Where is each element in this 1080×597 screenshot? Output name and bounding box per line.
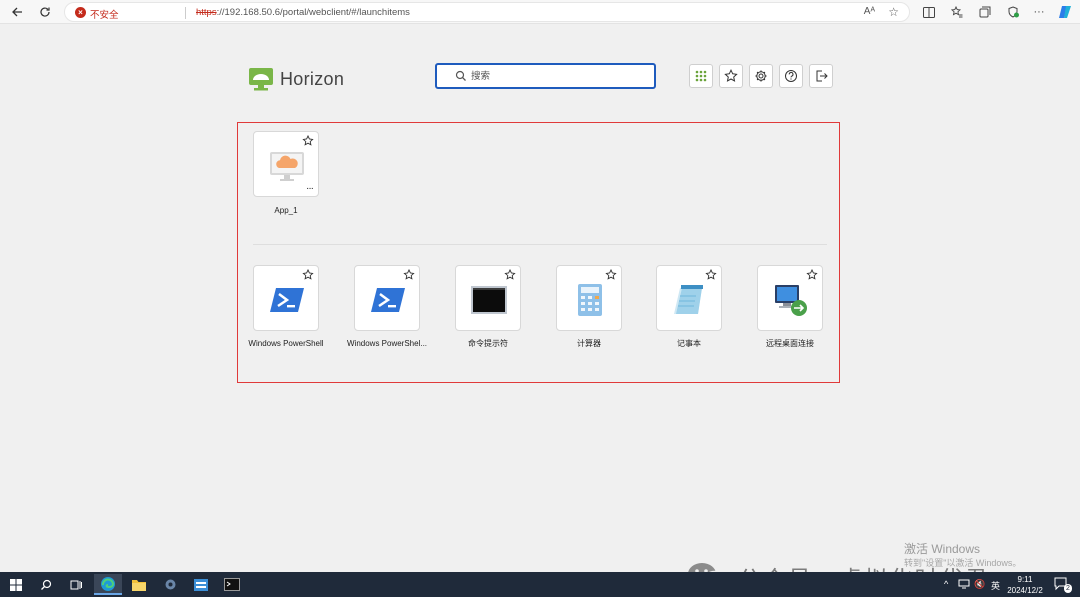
app-label: 远程桌面连接	[766, 339, 814, 348]
notification-count: 2	[1064, 584, 1072, 593]
favorite-star-icon[interactable]	[605, 269, 617, 281]
app-tile-powershell[interactable]	[253, 265, 319, 331]
volume-icon[interactable]: 🔇	[974, 579, 985, 590]
settings-button[interactable]	[749, 64, 773, 88]
start-icon[interactable]	[2, 574, 30, 595]
app-label: 计算器	[577, 339, 601, 348]
address-bar[interactable]: × 不安全 https://192.168.50.6/portal/webcli…	[64, 2, 910, 22]
search-input[interactable]	[471, 69, 641, 84]
app-label: Windows PowerShel...	[346, 339, 428, 348]
app-tile-powershell-2[interactable]	[354, 265, 420, 331]
desktop-label: App_1	[274, 206, 298, 215]
remote-desktop-icon	[775, 285, 807, 316]
help-icon	[785, 70, 797, 82]
file-explorer-icon[interactable]	[125, 574, 153, 595]
horizon-logo-icon	[248, 66, 274, 92]
app-tile-remote-desktop[interactable]	[757, 265, 823, 331]
more-options-icon[interactable]: ···	[306, 184, 314, 194]
apps-grid-icon	[695, 70, 707, 82]
cloud-monitor-icon	[270, 152, 304, 181]
powershell-icon	[270, 288, 304, 312]
windows-taskbar: ^ 🔇 英 9:11 2024/12/2 2	[0, 572, 1080, 597]
clock-date: 2024/12/2	[1007, 586, 1043, 595]
search-box[interactable]	[435, 63, 656, 89]
help-button[interactable]	[779, 64, 803, 88]
server-manager-icon[interactable]	[187, 574, 215, 595]
horizon-portal: Horizon ···	[0, 24, 1080, 592]
logout-button[interactable]	[809, 64, 833, 88]
horizon-logo: Horizon	[248, 66, 344, 92]
app-tile-cmd[interactable]	[455, 265, 521, 331]
notepad-icon	[674, 285, 703, 314]
calculator-icon	[578, 284, 602, 316]
clock-time: 9:11	[1017, 575, 1033, 584]
browser-toolbar: × 不安全 https://192.168.50.6/portal/webcli…	[0, 0, 1080, 24]
favorites-bar-icon[interactable]	[948, 3, 966, 21]
logout-icon	[816, 70, 828, 82]
task-view-icon[interactable]	[62, 574, 90, 595]
read-aloud-icon[interactable]: Aᴬ	[864, 6, 875, 17]
favorite-star-icon[interactable]	[806, 269, 818, 281]
cmd-icon	[471, 286, 507, 314]
apps-grid-button[interactable]	[689, 64, 713, 88]
refresh-icon[interactable]	[36, 3, 54, 21]
terminal-taskbar-icon[interactable]	[218, 574, 246, 595]
split-screen-icon[interactable]	[920, 3, 938, 21]
browser-essentials-icon[interactable]	[1004, 3, 1022, 21]
warning-icon: ×	[75, 7, 86, 18]
copilot-icon[interactable]	[1056, 3, 1074, 21]
search-icon	[455, 70, 466, 81]
url-text[interactable]: https://192.168.50.6/portal/webclient/#/…	[196, 7, 410, 18]
back-icon[interactable]	[8, 3, 26, 21]
collections-icon[interactable]	[976, 3, 994, 21]
favorite-star-icon[interactable]	[403, 269, 415, 281]
edge-taskbar-icon[interactable]	[94, 574, 122, 595]
favorite-star-icon[interactable]	[504, 269, 516, 281]
ime-indicator[interactable]: 英	[991, 579, 1000, 592]
settings-taskbar-icon[interactable]	[156, 574, 184, 595]
favorite-star-icon[interactable]	[302, 269, 314, 281]
app-tile-calculator[interactable]	[556, 265, 622, 331]
network-icon[interactable]	[958, 579, 970, 591]
app-tile-notepad[interactable]	[656, 265, 722, 331]
favorite-star-icon[interactable]	[302, 135, 314, 147]
app-label: 命令提示符	[468, 339, 508, 348]
favorites-icon	[724, 69, 738, 82]
favorite-star-icon[interactable]	[705, 269, 717, 281]
more-menu-icon[interactable]: ···	[1030, 3, 1048, 21]
desktop-tile-app-1[interactable]: ···	[253, 131, 319, 197]
powershell-icon	[371, 288, 405, 312]
brand-name: Horizon	[280, 68, 345, 89]
settings-icon	[755, 70, 767, 82]
tray-overflow-icon[interactable]: ^	[944, 579, 948, 589]
activate-windows-title: 激活 Windows	[904, 542, 981, 556]
app-label: Windows PowerShell	[248, 339, 324, 348]
favorites-button[interactable]	[719, 64, 743, 88]
clock[interactable]: 9:11 2024/12/2	[1005, 574, 1045, 596]
app-label: 记事本	[677, 339, 701, 348]
section-divider	[253, 244, 827, 245]
search-taskbar-icon[interactable]	[32, 574, 60, 595]
bookmark-star-icon[interactable]: ☆	[888, 5, 899, 19]
security-label[interactable]: 不安全	[90, 7, 119, 21]
